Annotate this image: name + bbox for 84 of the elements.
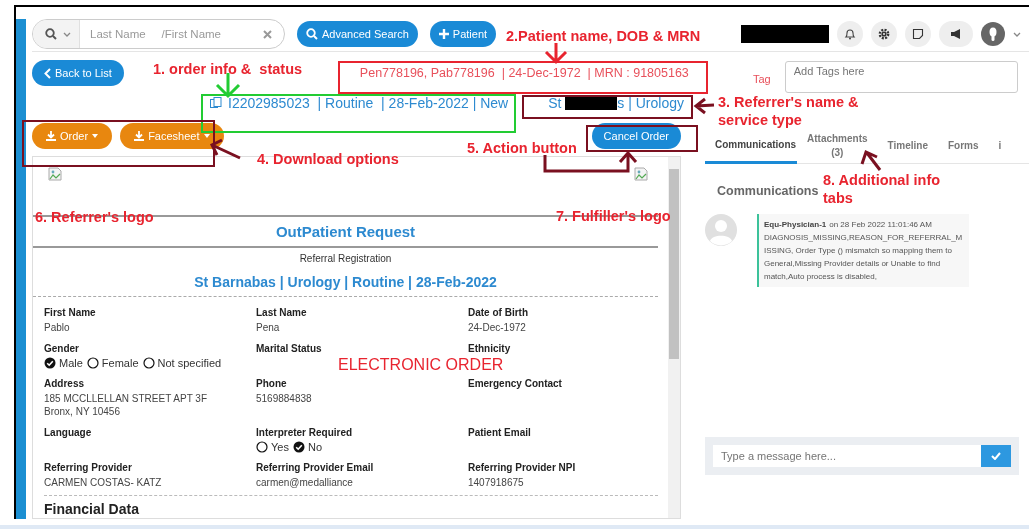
download-button[interactable]: Facesheet (120, 123, 224, 149)
field-value: carmen@medalliance (256, 476, 354, 489)
add-patient-button[interactable]: Patient (429, 21, 497, 47)
tags-field[interactable]: Add Tags here (784, 61, 1018, 93)
annotation-label: 4. Download options (257, 150, 399, 168)
referrer-name: St (548, 95, 563, 111)
search-field[interactable]: Last Name /First Name (80, 27, 263, 41)
tag-label: Tag (752, 72, 771, 85)
advanced-search-button[interactable]: Advanced Search (297, 21, 418, 47)
download-button[interactable]: Order (32, 123, 113, 149)
field-value: 24-Dec-1972 (468, 321, 527, 334)
field-label: Referring Provider NPI (468, 462, 577, 473)
field-value: 5169884838 (256, 392, 313, 405)
megaphone-icon[interactable] (939, 21, 973, 47)
scrollbar[interactable] (668, 157, 680, 518)
field-value: 185 MCCLLELLAN STREET APT 3F Bronx, NY 10456 (44, 392, 209, 418)
field-label: Referring Provider (44, 462, 133, 473)
message-text: DIAGNOSIS_MISSING,REASON_FOR_REFERRAL_MISSING, Order Type () mismatch so mapping them to General,Missing Provider details or Unable to find match,Auto process is disabled, (764, 232, 964, 283)
user-avatar-icon (705, 214, 737, 246)
download-icon (46, 131, 56, 141)
copy-icon (210, 97, 222, 109)
radio-label[interactable]: Male (59, 357, 83, 369)
back-button[interactable]: Back to List (32, 60, 124, 86)
referral-summary: St Barnabas | Urology | Routine | 28-Feb-2022 (33, 264, 658, 297)
search-icon (45, 28, 57, 40)
field-value: CARMEN COSTAS- KATZ (44, 476, 163, 489)
avatar-icon (981, 22, 1005, 46)
field-label: Last Name (256, 307, 308, 318)
check-icon (991, 452, 1001, 460)
section-heading: Financial Data (43, 500, 140, 517)
cancel-order-button[interactable]: Cancel Order (591, 123, 681, 149)
annotation-label: 5. Action button (467, 139, 577, 157)
caret-icon (92, 134, 99, 138)
field-label: Gender (44, 343, 80, 354)
message-time: on 28 Feb 2022 11:01:46 AM (829, 219, 932, 231)
field-label: Ethnicity (468, 343, 512, 354)
field-label: Language (44, 427, 93, 438)
settings-icon[interactable] (871, 21, 897, 47)
field-label: Patient Email (468, 427, 532, 438)
chevron-left-icon (44, 67, 51, 79)
referrer-service: s | Urology (617, 95, 684, 111)
field-value: 1407918675 (468, 476, 525, 489)
caret-icon (203, 134, 210, 138)
send-button[interactable] (981, 445, 1011, 467)
radio-label[interactable]: Yes (271, 441, 289, 453)
tab[interactable]: Timeline (877, 120, 938, 164)
caret-icon (1013, 31, 1021, 37)
broken-image-icon (48, 167, 62, 181)
stamp-text: ELECTRONIC ORDER (338, 356, 504, 374)
annotation-label: 2.Patient name, DOB & MRN (506, 27, 701, 45)
bell-icon[interactable] (837, 21, 863, 47)
field-label: Address (44, 378, 85, 389)
annotation-label: 7. Fulfiller's logo (556, 207, 671, 225)
annotation-label: 6. Referrer's logo (35, 208, 154, 226)
field-value: Pena (256, 321, 281, 334)
broken-image-icon (634, 167, 648, 181)
close-icon (263, 29, 272, 39)
tab[interactable]: Forms (937, 120, 989, 164)
field-label: Referring Provider Email (256, 462, 375, 473)
field-label: Phone (256, 378, 288, 389)
radio-label[interactable]: Female (101, 357, 139, 369)
search-bar[interactable]: Last Name /First Name (32, 19, 285, 49)
radio-label[interactable]: No (307, 441, 322, 453)
field-value: Pablo (44, 321, 71, 334)
tab[interactable]: i (988, 120, 1012, 164)
section-heading: Communications (717, 184, 819, 198)
plus-icon (438, 29, 449, 39)
patient-header: Pen778196, Pab778196 | 24-Dec-1972 | MRN : 91805163 (359, 66, 689, 80)
search-icon (306, 28, 318, 40)
message-author: Equ-Physician-1 (764, 219, 827, 231)
message-field[interactable]: Type a message here... (713, 445, 981, 467)
field-label: Emergency Contact (468, 378, 563, 389)
field-label: Interpreter Required (256, 427, 354, 438)
field-label: Date of Birth (468, 307, 529, 318)
field-label: First Name (44, 307, 97, 318)
download-icon (134, 131, 145, 141)
caret-icon (63, 31, 71, 37)
annotation-label: 8. Additional info tabs (823, 171, 941, 207)
order-info: I2202985023 | Routine | 28-Feb-2022 | New (228, 95, 509, 111)
field-label: Marital Status (256, 343, 323, 354)
note-icon[interactable] (905, 21, 931, 47)
radio-label[interactable]: Not specified (157, 357, 222, 369)
document-subtitle: Referral Registration (298, 252, 393, 264)
annotation-label: 1. order info & status (153, 60, 303, 78)
